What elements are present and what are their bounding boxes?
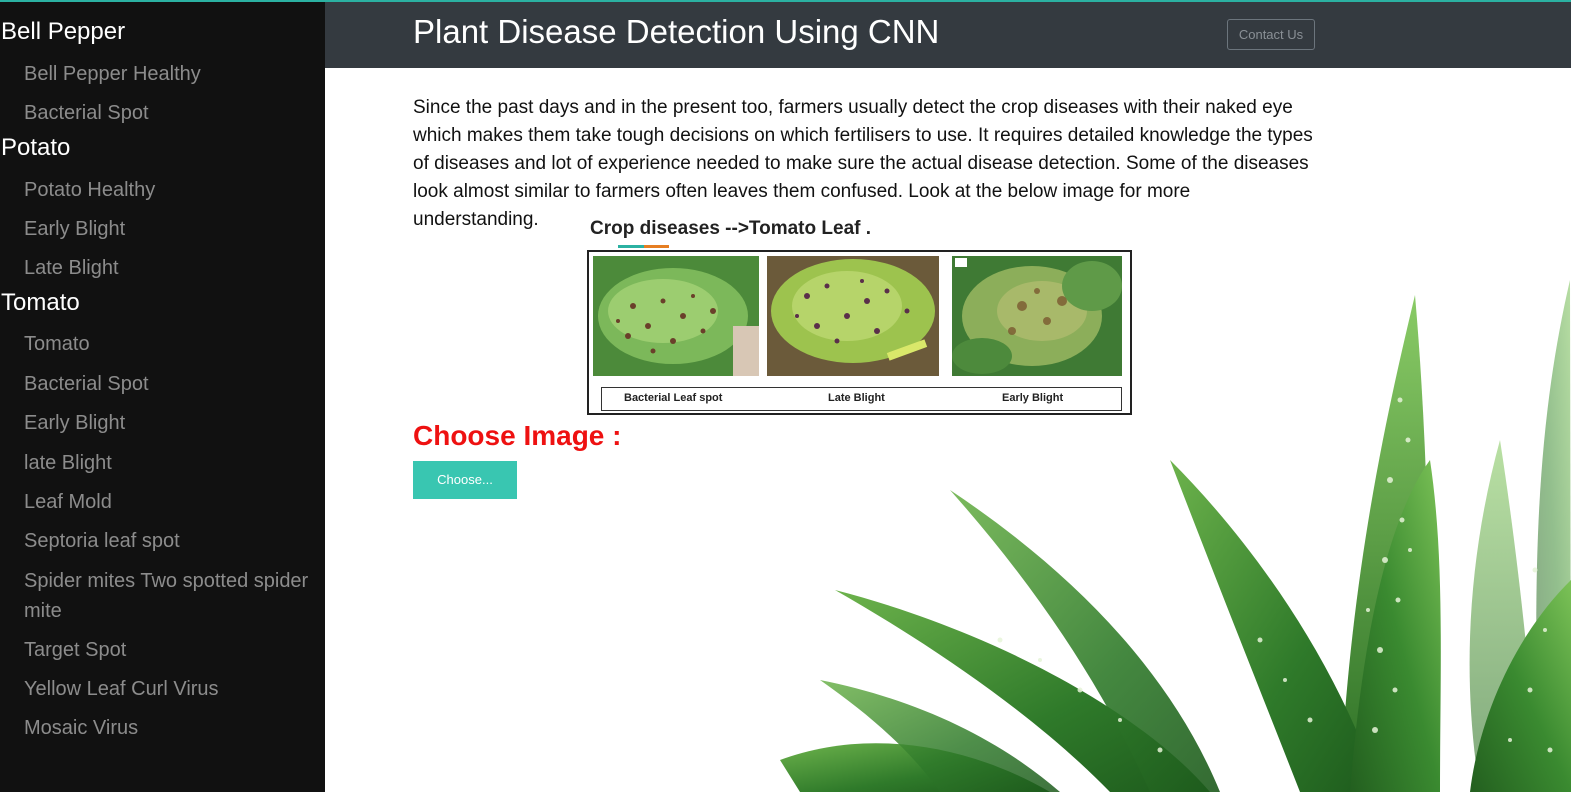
sidebar-item-potato-early-blight[interactable]: Early Blight — [24, 214, 125, 244]
sidebar: Bell Pepper Bell Pepper Healthy Bacteria… — [0, 0, 325, 792]
sidebar-category-potato: Potato — [1, 134, 71, 161]
bacterial-leaf-spot-photo — [593, 256, 759, 376]
sidebar-item-tomato[interactable]: Tomato — [24, 329, 90, 359]
sidebar-item-potato-healthy[interactable]: Potato Healthy — [24, 175, 155, 205]
sidebar-item-tomato-leaf-mold[interactable]: Leaf Mold — [24, 487, 112, 517]
early-blight-photo — [952, 256, 1122, 376]
caption-late-blight: Late Blight — [828, 392, 885, 404]
top-accent-rule — [0, 0, 1571, 2]
sidebar-item-tomato-spider-mites[interactable]: Spider mites Two spotted spider mite — [24, 566, 319, 626]
intro-paragraph: Since the past days and in the present t… — [413, 97, 1313, 230]
sidebar-item-tomato-late-blight[interactable]: late Blight — [24, 448, 112, 478]
sidebar-item-bell-pepper-healthy[interactable]: Bell Pepper Healthy — [24, 59, 201, 89]
sidebar-item-tomato-target-spot[interactable]: Target Spot — [24, 635, 126, 665]
caption-early-blight: Early Blight — [1002, 392, 1064, 404]
sidebar-item-tomato-bacterial-spot[interactable]: Bacterial Spot — [24, 369, 149, 399]
contact-us-button[interactable]: Contact Us — [1227, 19, 1315, 50]
sidebar-item-tomato-septoria-leaf-spot[interactable]: Septoria leaf spot — [24, 526, 180, 556]
page-title: Plant Disease Detection Using CNN — [413, 13, 940, 50]
choose-file-button[interactable]: Choose... — [413, 461, 517, 499]
sidebar-item-bell-pepper-bacterial-spot[interactable]: Bacterial Spot — [24, 98, 149, 128]
sidebar-category-bell-pepper: Bell Pepper — [1, 18, 126, 45]
late-blight-photo — [767, 256, 939, 376]
crop-diseases-figure: Crop diseases -->Tomato Leaf . Bacterial… — [585, 215, 1133, 416]
sidebar-item-potato-late-blight[interactable]: Late Blight — [24, 253, 119, 283]
sidebar-item-tomato-early-blight[interactable]: Early Blight — [24, 408, 125, 438]
top-navbar: Plant Disease Detection Using CNN Contac… — [325, 2, 1571, 68]
figure-title: Crop diseases -->Tomato Leaf . — [590, 218, 872, 239]
sidebar-category-tomato: Tomato — [1, 289, 80, 316]
figure-frame: Bacterial Leaf spot Late Blight Early Bl… — [587, 250, 1132, 415]
caption-bacterial-leaf-spot: Bacterial Leaf spot — [624, 392, 723, 404]
choose-image-label: Choose Image : — [413, 420, 622, 451]
figure-title-underline — [618, 245, 644, 248]
sidebar-item-tomato-yellow-leaf-curl-virus[interactable]: Yellow Leaf Curl Virus — [24, 674, 219, 704]
sidebar-item-tomato-mosaic-virus[interactable]: Mosaic Virus — [24, 713, 138, 743]
figure-caption-bar: Bacterial Leaf spot Late Blight Early Bl… — [601, 387, 1122, 411]
figure-title-underline-accent — [644, 245, 669, 248]
